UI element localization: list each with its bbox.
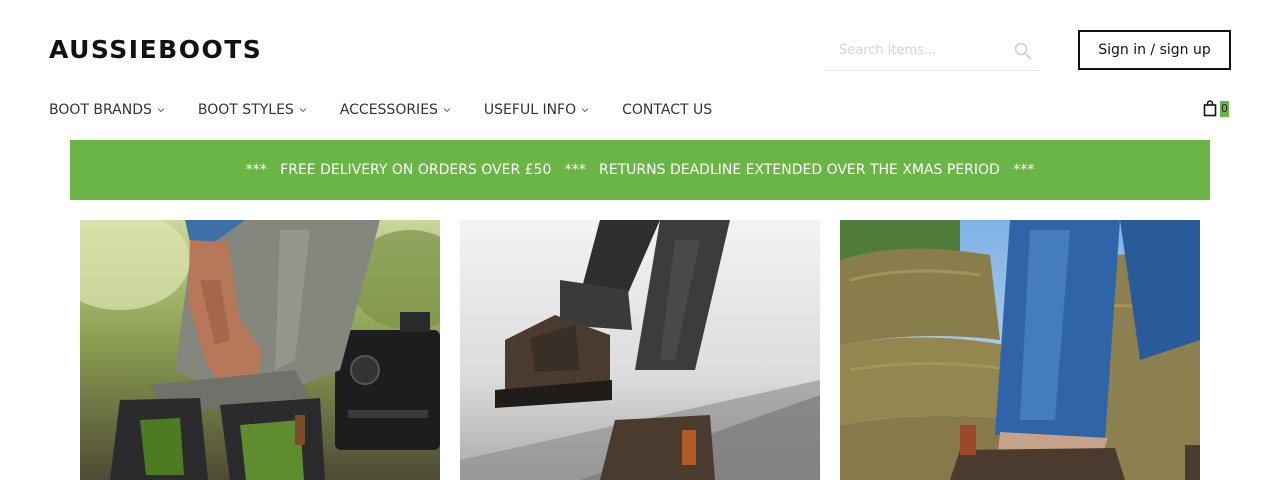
nav-item-boot-brands[interactable]: BOOT BRANDS <box>49 102 165 118</box>
chevron-down-icon <box>443 108 451 113</box>
category-tile-1[interactable] <box>80 220 440 480</box>
main-nav: BOOT BRANDS BOOT STYLES ACCESSORIES USEF… <box>49 100 745 120</box>
nav-item-label: ACCESSORIES <box>339 102 438 118</box>
chevron-down-icon <box>157 108 165 113</box>
chevron-down-icon <box>581 108 589 113</box>
nav-item-useful-info[interactable]: USEFUL INFO <box>484 102 589 118</box>
nav-item-label: USEFUL INFO <box>483 102 577 118</box>
search-input[interactable] <box>839 40 1009 60</box>
tile-image <box>80 220 440 480</box>
tile-image <box>840 220 1200 480</box>
promo-banner-text: *** FREE DELIVERY ON ORDERS OVER £50 ***… <box>245 162 1035 178</box>
shopping-bag-icon <box>1203 100 1217 117</box>
cart-count-badge: 0 <box>1220 100 1229 117</box>
site-logo[interactable]: AUSSIEBOOTS <box>49 35 262 65</box>
search-bar <box>824 30 1039 71</box>
cart-button[interactable]: 0 <box>1203 100 1229 117</box>
search-icon[interactable] <box>1014 42 1032 60</box>
nav-item-contact-us[interactable]: CONTACT US <box>622 102 712 118</box>
promo-banner: *** FREE DELIVERY ON ORDERS OVER £50 ***… <box>70 140 1210 200</box>
sign-in-button[interactable]: Sign in / sign up <box>1078 30 1231 70</box>
nav-item-label: CONTACT US <box>622 102 713 118</box>
nav-item-label: BOOT STYLES <box>197 102 294 118</box>
category-tile-2[interactable] <box>460 220 820 480</box>
nav-item-boot-styles[interactable]: BOOT STYLES <box>198 102 307 118</box>
tile-image <box>460 220 820 480</box>
chevron-down-icon <box>299 108 307 113</box>
nav-item-label: BOOT BRANDS <box>49 102 152 118</box>
nav-item-accessories[interactable]: ACCESSORIES <box>340 102 451 118</box>
category-tile-3[interactable] <box>840 220 1200 480</box>
